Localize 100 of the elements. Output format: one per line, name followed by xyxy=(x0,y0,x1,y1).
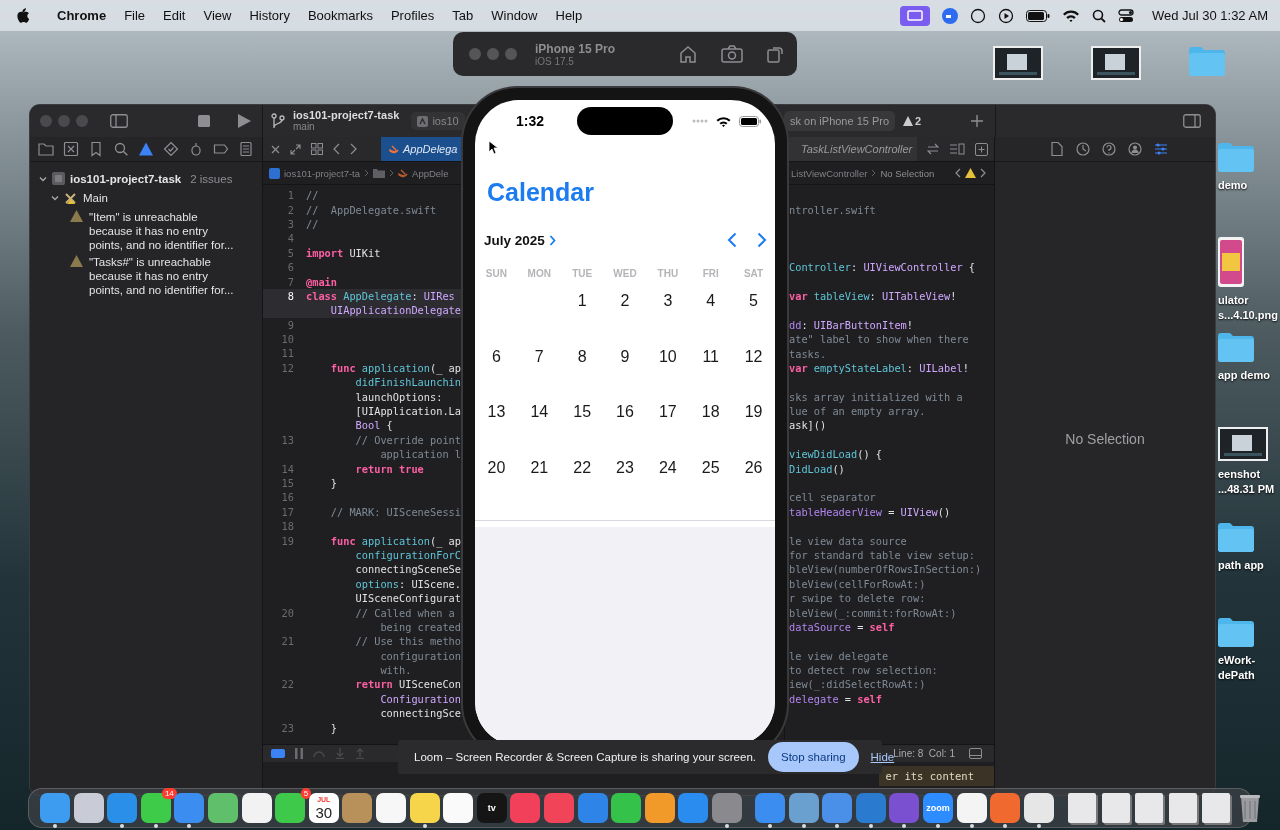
day-number[interactable]: 18 xyxy=(701,403,720,421)
bookmark-icon[interactable] xyxy=(88,141,104,157)
list-icon[interactable] xyxy=(949,143,965,155)
sliders-icon[interactable] xyxy=(1153,141,1169,157)
trash-icon[interactable] xyxy=(1238,793,1261,823)
back-icon[interactable] xyxy=(955,168,961,178)
day-number[interactable]: 8 xyxy=(577,347,587,366)
branch-icon[interactable] xyxy=(271,113,285,129)
add-editor-icon[interactable] xyxy=(975,142,988,156)
run-icon[interactable] xyxy=(238,114,251,128)
camera-icon[interactable] xyxy=(721,45,743,63)
app-icon[interactable] xyxy=(443,793,474,823)
month-picker-button[interactable]: July 2025 xyxy=(484,232,556,248)
project-icon[interactable] xyxy=(269,167,280,179)
issue-message[interactable]: "Item" is unreachable because it has no entry points, and no identifier for... xyxy=(89,210,239,252)
breadcrumb-item[interactable]: ios101-project7-ta xyxy=(284,167,361,179)
menu-item[interactable]: View xyxy=(203,8,232,23)
project-name[interactable]: ios101-project7-task xyxy=(70,172,182,185)
circle-status-icon[interactable] xyxy=(969,7,986,24)
app-icon[interactable] xyxy=(241,793,272,823)
folder-icon[interactable] xyxy=(38,141,54,157)
day-number[interactable]: 16 xyxy=(616,403,634,421)
day-number[interactable]: 25 xyxy=(701,458,720,477)
rotate-icon[interactable] xyxy=(767,45,783,63)
menu-bar-clock[interactable]: Wed Jul 30 1:32 AM xyxy=(1151,8,1268,23)
pause-icon[interactable] xyxy=(295,748,303,759)
app-icon[interactable] xyxy=(1023,793,1054,823)
folder-icon[interactable] xyxy=(1218,617,1254,647)
add-icon[interactable] xyxy=(971,115,983,127)
branch-name[interactable]: main xyxy=(293,121,400,133)
day-number[interactable]: 24 xyxy=(658,458,677,477)
warning-icon[interactable] xyxy=(903,116,914,126)
editor-tab-title[interactable]: AppDelega xyxy=(403,143,458,155)
day-number[interactable]: 17 xyxy=(658,403,677,421)
image-thumbnail[interactable] xyxy=(1218,237,1244,287)
desktop-item-label[interactable]: eWork- dePath xyxy=(1218,653,1256,683)
zoom-status-icon[interactable] xyxy=(941,7,958,24)
hide-link[interactable]: Hide xyxy=(870,751,895,763)
battery-icon[interactable] xyxy=(1025,9,1050,22)
breadcrumb-item[interactable]: ListViewController xyxy=(791,167,868,179)
panel-toggle-icon[interactable] xyxy=(271,749,285,758)
day-number[interactable]: 1 xyxy=(577,292,587,310)
screenshot-thumbnail[interactable] xyxy=(1218,427,1268,461)
menu-item[interactable]: Help xyxy=(555,8,583,23)
diamond-check-icon[interactable] xyxy=(163,141,179,157)
app-icon[interactable] xyxy=(611,793,642,823)
day-number[interactable]: 19 xyxy=(744,403,763,421)
document-stack-icon[interactable] xyxy=(1101,793,1130,823)
panel-icon[interactable] xyxy=(969,748,982,759)
day-number[interactable]: 7 xyxy=(534,347,544,366)
day-number[interactable]: 26 xyxy=(744,458,763,477)
debug-icon[interactable] xyxy=(188,141,204,157)
day-number[interactable]: 20 xyxy=(487,458,506,477)
menu-item[interactable]: Window xyxy=(491,8,538,23)
project-name[interactable]: ios101-project7-task xyxy=(293,109,400,121)
day-number[interactable]: 4 xyxy=(706,292,716,310)
document-icon[interactable] xyxy=(1049,141,1065,157)
day-number[interactable]: 10 xyxy=(658,347,677,366)
app-icon[interactable] xyxy=(275,793,306,823)
day-number[interactable]: 6 xyxy=(491,347,501,366)
document-stack-icon[interactable] xyxy=(1168,793,1197,823)
desktop-item-label[interactable]: eenshot ...48.31 PM xyxy=(1218,467,1275,497)
apple-logo-icon[interactable] xyxy=(16,8,29,23)
close-icon[interactable] xyxy=(271,144,280,154)
screen-share-icon[interactable] xyxy=(899,5,930,26)
day-number[interactable]: 23 xyxy=(616,458,634,477)
app-icon[interactable] xyxy=(207,793,238,823)
screenshot-thumbnail[interactable] xyxy=(1091,46,1141,80)
chevron-down-icon[interactable] xyxy=(51,193,59,202)
app-icon[interactable] xyxy=(409,793,440,823)
day-number[interactable]: 15 xyxy=(573,403,592,421)
day-number[interactable]: 12 xyxy=(744,347,763,366)
back-icon[interactable] xyxy=(333,143,340,155)
issue-message[interactable]: "Tasks#" is unreachable because it has no entry points, and no identifier for... xyxy=(89,255,239,297)
menu-item[interactable]: Bookmarks xyxy=(307,8,373,23)
app-icon[interactable] xyxy=(644,793,675,823)
scheme-name[interactable]: ios10 xyxy=(432,115,459,127)
sidebar-toggle-icon[interactable] xyxy=(110,114,128,128)
folder-icon[interactable] xyxy=(1218,332,1254,362)
screenshot-thumbnail[interactable] xyxy=(993,46,1043,80)
menu-item[interactable]: History xyxy=(249,8,290,23)
app-name-menu[interactable]: Chrome xyxy=(57,8,107,23)
swap-arrows-icon[interactable] xyxy=(927,143,939,155)
app-icon[interactable]: tv xyxy=(476,793,507,823)
desktop-item-label[interactable]: app demo xyxy=(1218,368,1270,383)
grid-icon[interactable] xyxy=(311,143,323,155)
warning-icon[interactable] xyxy=(965,168,976,178)
chevron-down-icon[interactable] xyxy=(39,174,47,183)
previous-month-icon[interactable] xyxy=(727,232,737,248)
home-icon[interactable] xyxy=(679,45,697,63)
run-destination[interactable]: sk on iPhone 15 Pro xyxy=(784,111,896,131)
menu-item[interactable]: Tab xyxy=(452,8,474,23)
day-number[interactable]: 5 xyxy=(749,292,758,310)
day-number[interactable]: 3 xyxy=(663,292,673,310)
clock-icon[interactable] xyxy=(1075,141,1091,157)
next-month-icon[interactable] xyxy=(757,232,767,248)
app-icon[interactable] xyxy=(375,793,406,823)
help-icon[interactable] xyxy=(1101,141,1117,157)
editor-tab[interactable]: TaskListViewController xyxy=(789,137,917,161)
forward-icon[interactable] xyxy=(980,168,986,178)
